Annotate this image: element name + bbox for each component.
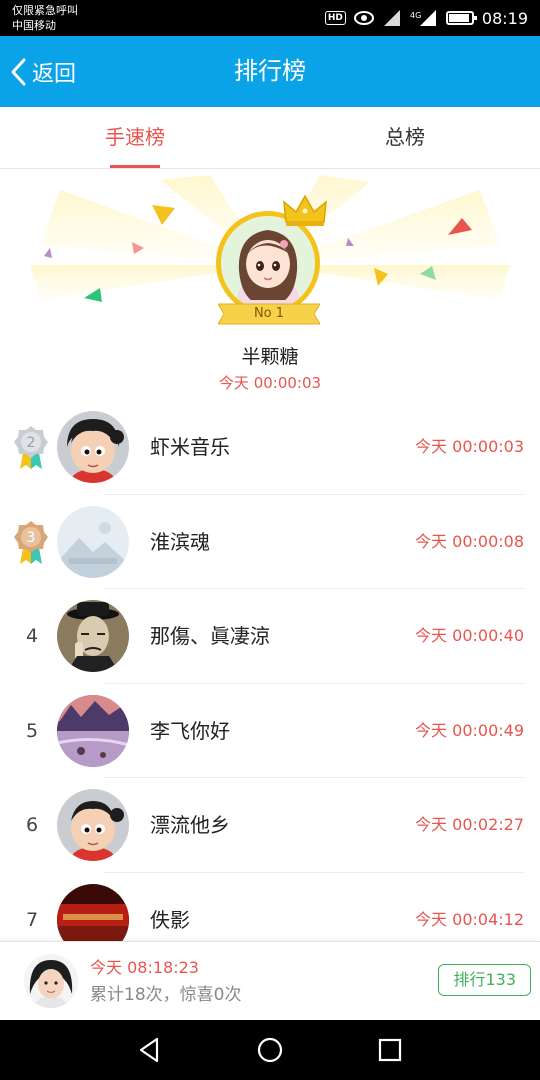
player-name: 那傷、眞凄涼: [150, 624, 270, 648]
crown-icon: [283, 194, 327, 226]
battery-icon: [445, 11, 477, 25]
back-button[interactable]: 返回: [8, 36, 76, 107]
status-bar: 仅限紧急呼叫 中国移动 HD 4G 08:19: [0, 0, 540, 36]
winner-time: 今天 00:00:03: [218, 374, 322, 392]
player-name: 漂流他乡: [150, 813, 230, 837]
ranking-row-2[interactable]: 2 虾米音乐 今天 00:00:03: [0, 400, 540, 495]
avatar[interactable]: [57, 411, 129, 483]
player-time: 今天 00:00:03: [415, 437, 524, 456]
back-label: 返回: [32, 61, 77, 87]
tab-bar: 手速榜 总榜: [0, 107, 540, 169]
page-title: 排行榜: [234, 57, 306, 85]
winner-badge-label: No 1: [253, 306, 285, 321]
medal-rank-2: 2: [27, 435, 36, 451]
my-stats: 累计18次，惊喜0次: [90, 985, 242, 1005]
carrier-info: 仅限紧急呼叫 中国移动: [12, 3, 78, 33]
carrier-name: 中国移动: [12, 19, 56, 32]
player-name: 李飞你好: [150, 718, 230, 743]
back-nav-icon[interactable]: [135, 1035, 165, 1065]
medal-rank-3: 3: [27, 530, 36, 546]
navigation-bar: [0, 1020, 540, 1080]
eye-icon: [353, 11, 374, 25]
my-time: 今天 08:18:23: [90, 958, 199, 977]
player-time: 今天 00:00:40: [415, 626, 524, 645]
bronze-medal-icon: 3: [14, 520, 48, 564]
app-header: 返回 排行榜: [0, 36, 540, 107]
svg-text:4G: 4G: [410, 11, 421, 20]
my-rank-bar: 今天 08:18:23 累计18次，惊喜0次 排行133: [0, 941, 540, 1020]
ranking-list: 2 虾米音乐 今天 00:00:03 3 淮滨魂 今天 00:00:08 4 那…: [0, 400, 540, 967]
silver-medal-icon: 2: [14, 426, 48, 469]
avatar[interactable]: [57, 505, 129, 578]
tab-speed-ranking[interactable]: 手速榜: [0, 107, 270, 168]
top-winner-section: No 1 半颗糖 今天 00:00:03: [0, 170, 540, 400]
ranking-row-4[interactable]: 4 那傷、眞凄涼 今天 00:00:40: [0, 589, 540, 684]
signal-icon: [383, 10, 400, 26]
recents-nav-icon[interactable]: [375, 1035, 405, 1065]
winner-name: 半颗糖: [241, 346, 299, 368]
ranking-row-6[interactable]: 6 漂流他乡 今天 00:02:27: [0, 778, 540, 873]
chevron-left-icon: [11, 58, 26, 85]
player-name: 淮滨魂: [150, 529, 210, 554]
player-time: 今天 00:00:08: [415, 531, 524, 551]
4g-signal-icon: 4G: [410, 10, 436, 26]
status-icons: HD 4G 08:19: [324, 7, 528, 29]
player-time: 今天 00:02:27: [415, 815, 524, 834]
emergency-only-text: 仅限紧急呼叫: [12, 4, 78, 17]
rank-number: 5: [25, 719, 39, 742]
my-avatar[interactable]: [24, 954, 78, 1008]
avatar[interactable]: [57, 600, 129, 672]
girl-avatar-image: [221, 216, 315, 310]
app-root: 仅限紧急呼叫 中国移动 HD 4G 08:19 返回 排行榜 手速榜 总榜 No…: [0, 0, 540, 1080]
ranking-row-5[interactable]: 5 李飞你好 今天 00:00:49: [0, 684, 540, 779]
player-name: 虾米音乐: [150, 435, 230, 459]
tab-overall-ranking[interactable]: 总榜: [270, 107, 540, 168]
status-time: 08:19: [481, 8, 528, 28]
avatar[interactable]: [57, 789, 129, 861]
rank-number: 4: [25, 625, 39, 647]
my-rank-button[interactable]: 排行133: [438, 964, 531, 996]
rank-number: 6: [25, 814, 39, 836]
hd-icon: HD: [324, 11, 346, 25]
ranking-row-3[interactable]: 3 淮滨魂 今天 00:00:08: [0, 495, 540, 590]
home-nav-icon[interactable]: [255, 1035, 285, 1065]
avatar[interactable]: [57, 694, 129, 767]
player-time: 今天 00:00:49: [415, 720, 524, 740]
